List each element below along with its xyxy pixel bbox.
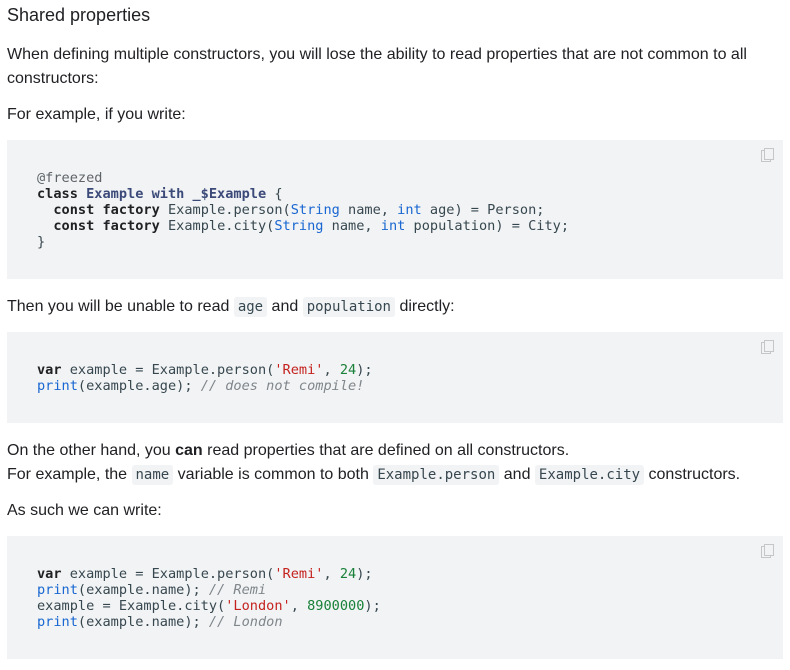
code-comment: // London bbox=[208, 614, 283, 630]
text: variable is common to both bbox=[173, 466, 374, 483]
code-class-name: Example with _$Example bbox=[86, 186, 267, 202]
inline-code: Example.person bbox=[373, 465, 500, 485]
code-text: example = Example.person( bbox=[61, 566, 275, 582]
inline-code: age bbox=[233, 297, 268, 317]
code-text: ); bbox=[364, 598, 381, 614]
unable-paragraph: Then you will be unable to read age and … bbox=[7, 295, 783, 319]
code-text: age) = Person; bbox=[421, 202, 545, 218]
code-text: , bbox=[290, 598, 308, 614]
section-heading: Shared properties bbox=[7, 5, 151, 25]
bold-text: can bbox=[175, 442, 203, 459]
text: read properties that are defined on all … bbox=[202, 442, 570, 459]
code-text: example = Example.person( bbox=[61, 362, 275, 378]
text: Then you will be unable to read bbox=[7, 298, 234, 315]
code-keyword: var bbox=[37, 566, 62, 582]
code-block-2: var example = Example.person('Remi', 24)… bbox=[7, 332, 783, 423]
code-text: (example.name); bbox=[77, 614, 209, 630]
code-content-3: var example = Example.person('Remi', 24)… bbox=[37, 566, 381, 630]
inline-code: name bbox=[131, 465, 174, 485]
text: directly: bbox=[395, 298, 455, 315]
inline-code: Example.city bbox=[534, 465, 645, 485]
code-keyword: var bbox=[37, 362, 62, 378]
code-text: ); bbox=[356, 362, 373, 378]
code-function: print bbox=[37, 614, 78, 630]
code-string: 'Remi' bbox=[274, 566, 324, 582]
text: and bbox=[267, 298, 303, 315]
copy-icon[interactable] bbox=[761, 148, 775, 164]
code-text: (example.age); bbox=[77, 378, 201, 394]
code-content-2: var example = Example.person('Remi', 24)… bbox=[37, 362, 373, 394]
common-paragraph: For example, the name variable is common… bbox=[7, 463, 783, 487]
code-text: example = Example.city( bbox=[37, 598, 226, 614]
copy-icon[interactable] bbox=[761, 340, 775, 356]
code-text: (example.name); bbox=[77, 582, 209, 598]
code-content-1: @freezed class Example with _$Example { … bbox=[37, 170, 569, 250]
text: For example, the bbox=[7, 466, 132, 483]
code-type: int bbox=[380, 218, 406, 234]
code-text: Example.city( bbox=[159, 218, 275, 234]
code-text: Example.person( bbox=[159, 202, 291, 218]
code-number: 24 bbox=[339, 566, 357, 582]
copy-icon[interactable] bbox=[761, 544, 775, 560]
code-keyword: const factory bbox=[53, 202, 160, 218]
code-line: @freezed bbox=[37, 170, 103, 186]
example-intro: For example, if you write: bbox=[7, 106, 186, 123]
code-string: 'London' bbox=[225, 598, 291, 614]
inline-code: population bbox=[302, 297, 395, 317]
code-type: String bbox=[274, 218, 324, 234]
code-keyword: class bbox=[37, 186, 78, 202]
text: constructors. bbox=[644, 466, 741, 483]
code-number: 24 bbox=[339, 362, 357, 378]
code-comment: // does not compile! bbox=[200, 378, 365, 394]
code-number: 8900000 bbox=[307, 598, 365, 614]
text: On the other hand, you bbox=[7, 442, 176, 459]
code-text: ); bbox=[356, 566, 373, 582]
code-comment: // Remi bbox=[208, 582, 267, 598]
code-keyword: const factory bbox=[53, 218, 160, 234]
code-text: name, bbox=[323, 218, 381, 234]
text: and bbox=[499, 466, 535, 483]
code-text: { bbox=[266, 186, 283, 202]
code-function: print bbox=[37, 378, 78, 394]
other-hand-paragraph: On the other hand, you can read properti… bbox=[7, 439, 783, 463]
intro-paragraph: When defining multiple constructors, you… bbox=[7, 46, 747, 87]
code-text: population) = City; bbox=[405, 218, 570, 234]
code-type: int bbox=[397, 202, 422, 218]
code-text: } bbox=[37, 234, 46, 250]
code-function: print bbox=[37, 582, 78, 598]
code-type: String bbox=[290, 202, 340, 218]
as-such-paragraph: As such we can write: bbox=[7, 502, 162, 519]
code-string: 'Remi' bbox=[274, 362, 324, 378]
code-block-3: var example = Example.person('Remi', 24)… bbox=[7, 536, 783, 659]
code-text: name, bbox=[339, 202, 398, 218]
code-text: , bbox=[323, 566, 340, 582]
code-text: , bbox=[323, 362, 340, 378]
code-block-1: @freezed class Example with _$Example { … bbox=[7, 140, 783, 279]
